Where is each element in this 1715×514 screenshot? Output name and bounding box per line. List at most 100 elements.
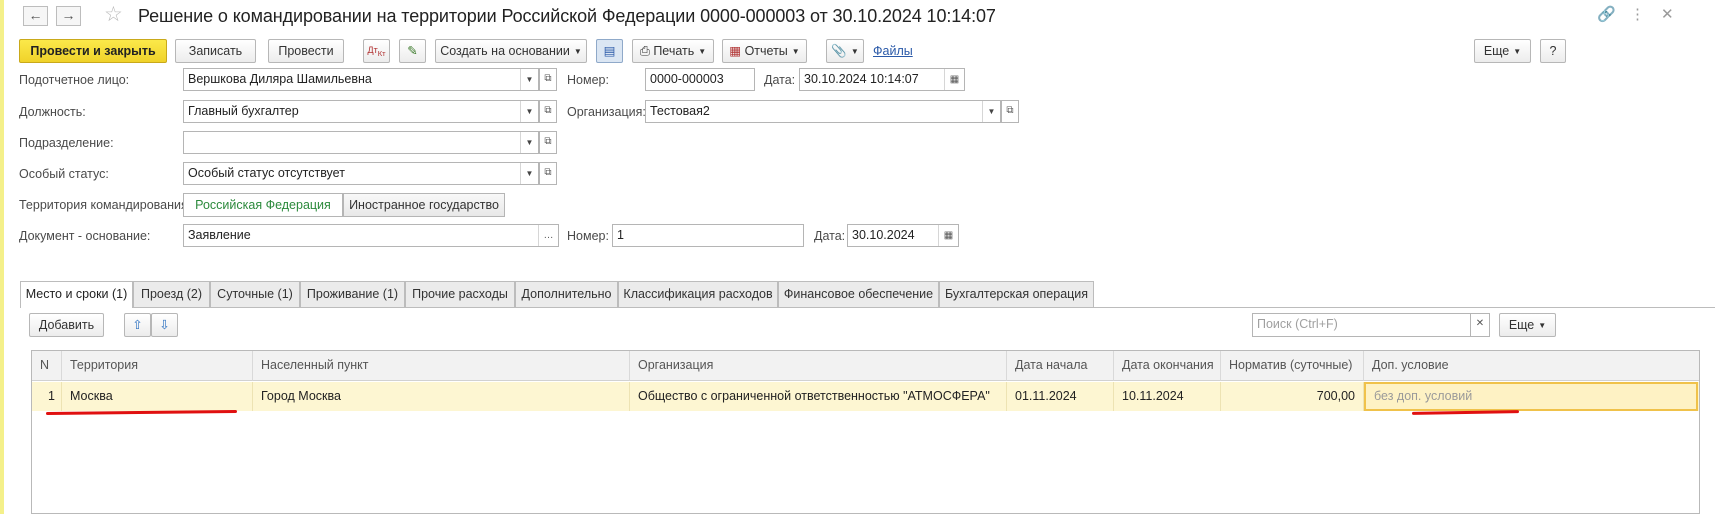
open-form-icon[interactable]: ⧉ — [539, 68, 557, 91]
status-field[interactable]: Особый статус отсутствует ▼ — [183, 162, 539, 185]
post-button[interactable]: Провести — [268, 39, 344, 63]
organization-field[interactable]: Тестовая2 ▼ — [645, 100, 1001, 123]
more-button[interactable]: Еще ▼ — [1474, 39, 1531, 63]
move-down-icon[interactable]: ⇩ — [151, 313, 178, 337]
chevron-down-icon[interactable]: ▼ — [520, 101, 538, 122]
column-header-extra-condition[interactable]: Доп. условие — [1364, 351, 1699, 381]
status-label: Особый статус: — [19, 167, 109, 181]
document-structure-icon[interactable]: ▤ — [596, 39, 623, 63]
create-based-on-button[interactable]: Создать на основании ▼ — [435, 39, 587, 63]
help-button[interactable]: ? — [1540, 39, 1566, 63]
person-field[interactable]: Вершкова Диляра Шамильевна ▼ — [183, 68, 539, 91]
tab-other-expenses[interactable]: Прочие расходы — [405, 281, 515, 307]
move-up-icon[interactable]: ⇧ — [124, 313, 151, 337]
tab-travel[interactable]: Проезд (2) — [133, 281, 210, 307]
open-form-icon[interactable]: ⧉ — [539, 131, 557, 154]
reports-button[interactable]: ▦ Отчеты ▼ — [722, 39, 807, 63]
chevron-down-icon[interactable]: ▼ — [520, 69, 538, 90]
date-label: Дата: — [764, 73, 796, 87]
calendar-icon[interactable]: ▦ — [938, 225, 958, 246]
territory-label: Территория командирования: — [19, 198, 192, 212]
print-label: Печать — [653, 44, 695, 58]
link-icon[interactable]: 🔗 — [1597, 6, 1616, 24]
position-label: Должность: — [19, 105, 86, 119]
column-header-norm[interactable]: Норматив (суточные) — [1221, 351, 1364, 381]
cell-organization[interactable]: Общество с ограниченной ответственностью… — [630, 382, 1007, 411]
table-more-button[interactable]: Еще ▼ — [1499, 313, 1556, 337]
organization-label: Организация: — [567, 105, 646, 119]
tab-expense-classification[interactable]: Классификация расходов — [618, 281, 778, 307]
department-field[interactable]: ▼ — [183, 131, 539, 154]
edit-pencil-icon[interactable]: ✎ — [399, 39, 426, 63]
cell-norm[interactable]: 700,00 — [1221, 382, 1364, 411]
debit-credit-icon[interactable]: ДтКт — [363, 39, 390, 63]
column-header-start-date[interactable]: Дата начала — [1007, 351, 1114, 381]
chevron-down-icon: ▼ — [850, 47, 859, 56]
more-menu-icon[interactable]: ⋮ — [1630, 6, 1645, 24]
number-field[interactable]: 0000-000003 — [645, 68, 755, 91]
basis-date-value: 30.10.2024 — [852, 228, 915, 242]
number-label: Номер: — [567, 73, 609, 87]
organization-value: Тестовая2 — [650, 104, 710, 118]
post-and-close-button[interactable]: Провести и закрыть — [19, 39, 167, 63]
files-link[interactable]: Файлы — [873, 44, 913, 58]
cell-territory[interactable]: Москва — [62, 382, 253, 411]
date-field[interactable]: 30.10.2024 10:14:07 ▦ — [799, 68, 965, 91]
cell-end-date[interactable]: 10.11.2024 — [1114, 382, 1221, 411]
column-header-end-date[interactable]: Дата окончания — [1114, 351, 1221, 381]
paperclip-icon: 📎 — [831, 44, 847, 58]
department-label: Подразделение: — [19, 136, 114, 150]
territory-option-rf[interactable]: Российская Федерация — [183, 193, 343, 217]
save-button[interactable]: Записать — [175, 39, 256, 63]
favorite-star-icon[interactable]: ☆ — [104, 4, 123, 26]
tab-place-and-dates[interactable]: Место и сроки (1) — [20, 281, 133, 308]
select-ellipsis-icon[interactable]: … — [538, 225, 558, 246]
column-header-locality[interactable]: Населенный пункт — [253, 351, 630, 381]
close-icon[interactable]: ✕ — [1661, 6, 1674, 24]
tabs-baseline — [20, 307, 1715, 308]
column-header-territory[interactable]: Территория — [62, 351, 253, 381]
forward-arrow-icon[interactable]: → — [56, 6, 81, 26]
basis-field[interactable]: Заявление… — [183, 224, 559, 247]
back-arrow-icon[interactable]: ← — [23, 6, 48, 26]
person-value: Вершкова Диляра Шамильевна — [188, 72, 372, 86]
attachment-button[interactable]: 📎 ▼ — [826, 39, 864, 63]
left-accent-bar — [0, 0, 4, 514]
calendar-icon[interactable]: ▦ — [944, 69, 964, 90]
basis-number-field[interactable]: 1 — [612, 224, 804, 247]
places-table[interactable]: N Территория Населенный пункт Организаци… — [31, 350, 1700, 514]
search-input[interactable]: Поиск (Ctrl+F) — [1252, 313, 1471, 337]
add-row-button[interactable]: Добавить — [29, 313, 104, 337]
chevron-down-icon: ▼ — [698, 47, 707, 56]
cell-extra-condition[interactable]: без доп. условий — [1364, 382, 1698, 411]
open-form-icon[interactable]: ⧉ — [1001, 100, 1019, 123]
column-header-organization[interactable]: Организация — [630, 351, 1007, 381]
cell-start-date[interactable]: 01.11.2024 — [1007, 382, 1114, 411]
chevron-down-icon[interactable]: ▼ — [520, 163, 538, 184]
open-form-icon[interactable]: ⧉ — [539, 100, 557, 123]
chevron-down-icon: ▼ — [573, 47, 582, 56]
tab-per-diem[interactable]: Суточные (1) — [210, 281, 300, 307]
clear-search-icon[interactable]: ✕ — [1470, 313, 1490, 337]
date-value: 30.10.2024 10:14:07 — [804, 72, 919, 86]
chevron-down-icon[interactable]: ▼ — [520, 132, 538, 153]
print-button[interactable]: ⎙ Печать ▼ — [632, 39, 714, 63]
tab-accounting-operation[interactable]: Бухгалтерская операция — [939, 281, 1094, 307]
tab-financial-support[interactable]: Финансовое обеспечение — [778, 281, 939, 307]
territory-option-foreign[interactable]: Иностранное государство — [343, 193, 505, 217]
position-value: Главный бухгалтер — [188, 104, 299, 118]
tab-additional[interactable]: Дополнительно — [515, 281, 618, 307]
person-label: Подотчетное лицо: — [19, 73, 130, 87]
create-based-on-label: Создать на основании — [440, 44, 570, 58]
basis-label: Документ - основание: — [19, 229, 151, 243]
cell-locality[interactable]: Город Москва — [253, 382, 630, 411]
column-header-n[interactable]: N — [32, 351, 62, 381]
position-field[interactable]: Главный бухгалтер ▼ — [183, 100, 539, 123]
basis-date-field[interactable]: 30.10.2024 ▦ — [847, 224, 959, 247]
open-form-icon[interactable]: ⧉ — [539, 162, 557, 185]
tab-accommodation[interactable]: Проживание (1) — [300, 281, 405, 307]
chevron-down-icon[interactable]: ▼ — [982, 101, 1000, 122]
basis-date-label: Дата: — [814, 229, 846, 243]
chevron-down-icon: ▼ — [1513, 47, 1522, 56]
basis-number-label: Номер: — [567, 229, 609, 243]
